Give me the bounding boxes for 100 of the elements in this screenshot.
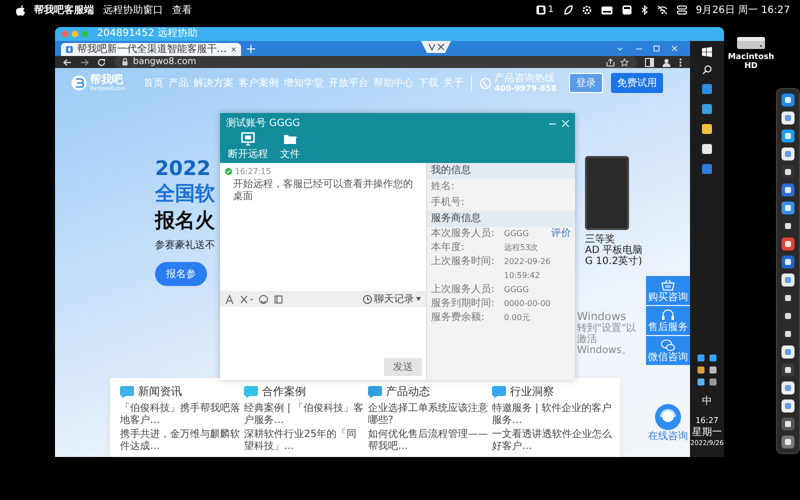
section-title[interactable]: 合作案例 [262,384,306,399]
window-buttons-icon[interactable] [616,45,680,53]
trash-icon[interactable] [781,435,795,449]
input-method-indicator[interactable]: 中 [702,394,712,408]
app-icon[interactable] [701,103,713,115]
news-link[interactable]: 携手共进，金万维与麒麟软件达成… [120,429,240,453]
search-icon[interactable] [702,65,712,75]
app-icon[interactable] [781,363,795,377]
app-icon[interactable] [781,165,795,179]
app-icon[interactable] [781,147,795,161]
window-title: 204891452 远程协助 [97,27,198,41]
taskbar-weekday[interactable]: 星期一 [692,425,722,439]
profile-icon[interactable] [662,58,671,66]
panel-heading: 我的信息 [427,163,575,179]
hotline-label: 产品咨询热线 [494,72,556,84]
emoji-icon[interactable] [259,294,268,304]
app-icon[interactable] [781,93,795,107]
activation-hint: 转到"设置"以激活 Windows。 [577,323,638,356]
app-menu[interactable]: 帮我吧客服端 [34,3,94,17]
chat-bubbles-icon [660,338,676,352]
prize-rank: 三等奖 [585,234,615,245]
control-center-icon[interactable] [676,5,687,15]
message-input[interactable]: 发送 [220,307,426,380]
share-icon[interactable] [606,58,615,66]
section-title[interactable]: 新闻资讯 [138,384,182,399]
more-menu-icon[interactable] [679,58,682,66]
side-panel-icon[interactable] [645,58,654,66]
app-icon[interactable] [781,381,795,395]
field-value: GGGG [504,228,529,240]
app-icon[interactable] [781,183,795,197]
news-link[interactable]: 深耕软件行业25年的「同望科技」… [244,429,364,453]
app-icon[interactable] [781,201,795,215]
prize-spec: G 10.2英寸) [585,256,642,267]
status-app-icon[interactable] [536,5,546,15]
toolbar-button[interactable]: 断开远程 [226,132,270,161]
send-button[interactable]: 发送 [384,358,422,376]
tab-title: 帮我吧新一代全渠道智能客服干… [76,43,227,56]
taskbar-time[interactable]: 16:27 [695,416,719,425]
app-icon[interactable] [781,255,795,269]
field-label: 本年度: [431,242,466,254]
font-icon[interactable] [225,294,234,304]
signup-button[interactable]: 报名参 [155,262,207,286]
news-link[interactable]: 「伯俊科技」携手帮我吧落地客户… [120,403,240,427]
field-label: 上次服务时间: [431,256,496,268]
hero-title: 报名火 [155,207,215,234]
news-link[interactable]: 特邀服务 | 软件企业的客户服务… [492,403,612,427]
app-icon[interactable] [781,129,795,143]
news-link[interactable]: 企业选择工单系统应该注意哪些? [368,403,488,427]
section-icon [120,385,134,398]
address-field[interactable]: bangwo8.com [114,56,637,68]
screenshot-icon[interactable] [274,294,283,304]
news-link[interactable]: 经典案例 | 「伯俊科技」客户服务… [244,403,364,427]
app-icon[interactable] [781,273,795,287]
app-icon[interactable] [781,111,795,125]
toolbar-toggle-icon[interactable] [420,41,450,53]
leaf-icon[interactable] [562,5,573,15]
menubar-clock[interactable]: 9月26日 周一 16:27 [696,3,790,17]
browser-tab[interactable]: 帮我吧新一代全渠道智能客服干… [61,43,241,56]
float-menu-item[interactable]: 售后服务 [646,306,690,335]
windows-logo-icon[interactable] [702,47,712,57]
app-icon[interactable] [781,237,795,251]
toolbar-button[interactable]: 文件 [278,132,302,161]
apple-logo-icon[interactable] [16,4,25,16]
headset-icon [660,308,676,322]
news-link[interactable]: 一文看透讲透软件企业怎么好客户… [492,429,612,453]
field-label: 本次服务人员: [431,228,496,240]
menu-item[interactable]: 远程协助窗口 [103,3,163,17]
online-chat-link[interactable]: 在线咨询 [648,431,688,442]
back-icon[interactable] [63,58,72,66]
free-trial-button[interactable]: 免费试用 [610,73,663,93]
desktop-icon-label[interactable]: Macintosh HD [728,52,774,70]
reload-icon[interactable] [97,58,106,66]
rate-link[interactable]: 评价 [551,228,571,240]
field-label: 姓名: [430,180,456,194]
float-menu-item[interactable]: 购买咨询 [646,276,690,305]
app-icon[interactable] [781,345,795,359]
logo-mark-icon[interactable] [71,75,87,91]
float-menu-item[interactable]: 微信咨询 [646,336,690,365]
wifi-off-icon[interactable] [656,5,668,15]
bluetooth-icon[interactable] [640,5,648,15]
app-icon[interactable] [701,143,713,155]
app-icon[interactable] [701,123,713,135]
message-text: 开始远程，客服已经可以查看并操作您的桌面 [232,179,414,203]
app-icon[interactable] [781,399,795,413]
new-tab-icon[interactable] [247,45,255,53]
app-icon[interactable] [781,417,795,431]
chat-history-button[interactable]: 聊天记录 [363,292,421,306]
close-icon[interactable] [230,46,236,53]
section-title[interactable]: 产品动态 [386,384,430,399]
scissors-icon[interactable] [240,294,253,304]
window-icon[interactable] [622,5,632,15]
menu-item[interactable]: 查看 [172,3,192,17]
section-icon [244,385,258,398]
star-icon[interactable] [620,58,629,66]
forward-icon[interactable] [80,58,89,66]
hard-drive-icon[interactable] [736,34,766,50]
hero-title: 2022 [155,156,211,180]
news-link[interactable]: 如何优化售后流程管理——帮我吧… [368,429,488,453]
panel-heading: 服务商信息 [427,211,575,227]
section-title[interactable]: 行业洞察 [510,384,554,399]
